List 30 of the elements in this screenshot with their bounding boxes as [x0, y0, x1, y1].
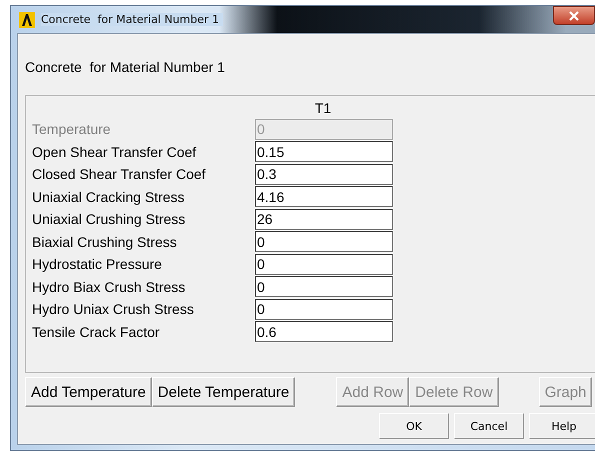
close-icon — [568, 10, 580, 20]
dialog-heading: Concrete for Material Number 1 — [25, 59, 226, 77]
value-field[interactable]: 0 — [255, 231, 393, 252]
dialog-button[interactable]: OK — [379, 413, 449, 439]
value-field[interactable]: 4.16 — [255, 186, 393, 208]
value-field[interactable]: 0.15 — [255, 141, 393, 162]
property-label: Open Shear Transfer Coef — [32, 144, 198, 160]
window-title: Concrete for Material Number 1 — [41, 13, 224, 26]
property-label: Closed Shear Transfer Coef — [32, 166, 207, 182]
value-field[interactable]: 0.3 — [255, 164, 393, 185]
property-label: Hydrostatic Pressure — [32, 256, 163, 272]
property-label: Uniaxial Cracking Stress — [32, 188, 186, 205]
value-field[interactable]: 0.6 — [255, 321, 393, 342]
dialog-button[interactable]: Help — [529, 413, 595, 439]
value-field[interactable]: 0 — [255, 298, 393, 320]
column-header: T1 — [314, 100, 332, 118]
dialog-button[interactable]: Cancel — [454, 413, 524, 439]
table-button[interactable]: Add Temperature — [25, 377, 152, 407]
value-field[interactable]: 0 — [255, 276, 393, 298]
table-button[interactable]: Delete Temperature — [152, 377, 296, 407]
property-label: Hydro Uniax Crush Stress — [32, 301, 195, 318]
value-field[interactable]: 0 — [255, 254, 393, 275]
property-label: Hydro Biax Crush Stress — [32, 278, 186, 295]
property-label: Uniaxial Crushing Stress — [32, 211, 186, 228]
logo-icon — [19, 12, 35, 28]
close-button[interactable] — [553, 6, 595, 25]
value-field[interactable]: 26 — [255, 208, 393, 230]
property-label: Temperature — [32, 121, 112, 138]
property-label: Biaxial Crushing Stress — [32, 234, 178, 250]
property-label: Tensile Crack Factor — [32, 324, 161, 340]
